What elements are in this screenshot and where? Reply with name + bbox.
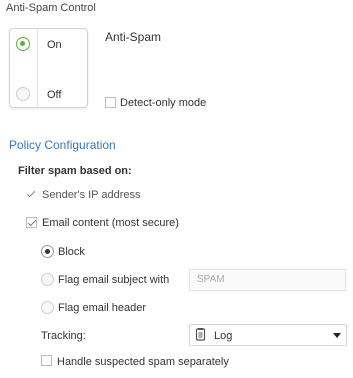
suspected-spam-label[interactable]: Handle suspected spam separately xyxy=(57,356,229,368)
on-radio[interactable] xyxy=(16,37,30,51)
toggle-divider xyxy=(37,28,38,108)
flag-subject-radio[interactable] xyxy=(41,273,54,286)
section-title: Anti-Spam Control xyxy=(6,2,96,14)
email-content-checkbox[interactable] xyxy=(26,217,37,228)
tracking-label: Tracking: xyxy=(41,330,86,342)
off-radio[interactable] xyxy=(16,87,30,101)
filter-spam-label: Filter spam based on: xyxy=(18,165,132,177)
detect-only-label[interactable]: Detect-only mode xyxy=(120,97,206,109)
email-content-label[interactable]: Email content (most secure) xyxy=(42,217,179,229)
block-radio[interactable] xyxy=(41,245,54,258)
detect-only-checkbox[interactable] xyxy=(105,97,116,108)
sender-ip-checkbox[interactable] xyxy=(26,189,37,200)
off-label[interactable]: Off xyxy=(47,89,61,101)
tracking-value: Log xyxy=(214,330,233,342)
feature-title: Anti-Spam xyxy=(105,30,162,44)
flag-subject-input[interactable]: SPAM xyxy=(189,269,346,291)
sender-ip-label[interactable]: Sender's IP address xyxy=(42,189,141,201)
on-label[interactable]: On xyxy=(47,39,62,51)
block-label[interactable]: Block xyxy=(58,246,85,258)
flag-header-label[interactable]: Flag email header xyxy=(58,302,146,314)
flag-header-radio[interactable] xyxy=(41,301,54,314)
policy-configuration-title: Policy Configuration xyxy=(9,138,116,152)
log-icon xyxy=(195,328,206,341)
chevron-down-icon[interactable] xyxy=(333,333,341,338)
tracking-dropdown[interactable] xyxy=(189,324,347,346)
suspected-spam-checkbox[interactable] xyxy=(41,355,52,366)
flag-subject-label[interactable]: Flag email subject with xyxy=(58,274,169,286)
